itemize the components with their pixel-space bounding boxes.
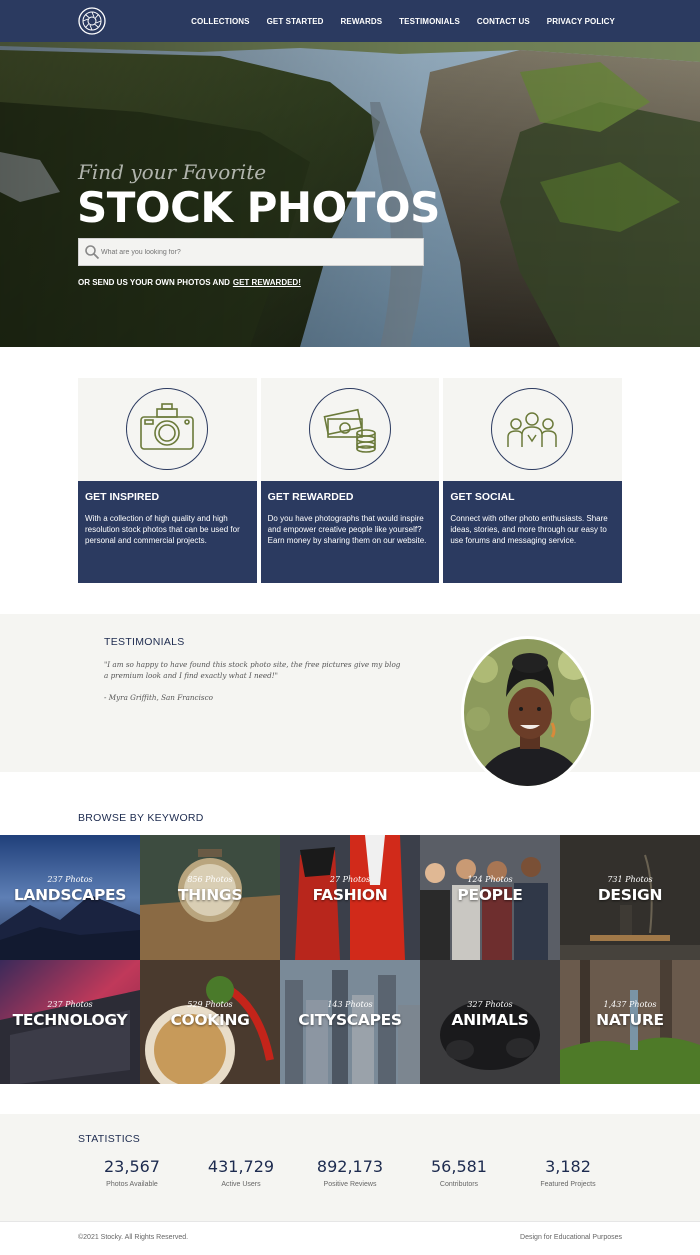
stat-active-users: 431,729 Active Users <box>191 1157 291 1188</box>
keyword-tile-animals[interactable]: 327 Photos ANIMALS <box>420 959 560 1084</box>
tile-count: 143 Photos <box>327 999 373 1009</box>
stat-value: 23,567 <box>104 1157 160 1176</box>
feature-text: Do you have photographs that would inspi… <box>267 514 427 545</box>
people-group-icon <box>491 388 574 470</box>
nav-link-contact-us[interactable]: CONTACT US <box>477 17 530 26</box>
hero-title: STOCK PHOTOS <box>77 183 440 232</box>
feature-title: GET SOCIAL <box>450 491 515 503</box>
keyword-tile-cityscapes[interactable]: 143 Photos CITYSCAPES <box>280 959 420 1084</box>
tile-count: 856 Photos <box>187 875 233 884</box>
hero-tagline: Find your Favorite <box>78 160 267 184</box>
keyword-tile-cooking[interactable]: 529 Photos COOKING <box>140 959 280 1084</box>
keyword-tile-technology[interactable]: 237 Photos TECHNOLOGY <box>0 959 140 1084</box>
statistics-section: STATISTICS 23,567 Photos Available 431,7… <box>0 1114 700 1221</box>
camera-aperture-logo-icon[interactable] <box>78 7 106 35</box>
feature-card-rewarded: GET REWARDED Do you have photographs tha… <box>260 378 440 583</box>
keyword-tile-fashion[interactable]: 27 Photos FASHION <box>280 835 420 960</box>
search-input[interactable] <box>101 239 419 265</box>
keyword-grid: 237 Photos LANDSCAPES 856 Photos THINGS … <box>0 835 700 1084</box>
tile-count: 1,437 Photos <box>603 999 657 1009</box>
stat-value: 56,581 <box>431 1157 487 1176</box>
stat-photos-available: 23,567 Photos Available <box>82 1157 182 1188</box>
keyword-tile-nature[interactable]: 1,437 Photos NATURE <box>560 959 700 1084</box>
tile-count: 237 Photos <box>47 999 93 1009</box>
keyword-tile-things[interactable]: 856 Photos THINGS <box>140 835 280 960</box>
nav-link-privacy-policy[interactable]: PRIVACY POLICY <box>547 17 615 26</box>
top-navbar: COLLECTIONS GET STARTED REWARDS TESTIMON… <box>0 0 700 42</box>
search-bar <box>78 238 424 266</box>
money-coins-icon <box>308 388 391 470</box>
get-rewarded-link[interactable]: GET REWARDED! <box>233 278 301 287</box>
feature-text: With a collection of high quality and hi… <box>85 514 240 545</box>
tile-count: 327 Photos <box>467 999 513 1009</box>
hero-banner: Find your Favorite STOCK PHOTOS OR SEND … <box>0 42 700 347</box>
nav-link-testimonials[interactable]: TESTIMONIALS <box>399 17 460 26</box>
tile-keyword: DESIGN <box>597 886 663 904</box>
nav-link-get-started[interactable]: GET STARTED <box>267 17 324 26</box>
tile-keyword: FASHION <box>312 886 388 904</box>
tile-keyword: THINGS <box>177 886 243 904</box>
tile-keyword: PEOPLE <box>457 886 523 904</box>
tile-keyword: NATURE <box>596 1010 664 1029</box>
keyword-tile-design[interactable]: 731 Photos DESIGN <box>560 835 700 960</box>
hero-cta-text: OR SEND US YOUR OWN PHOTOS AND <box>78 278 230 287</box>
stat-featured-projects: 3,182 Featured Projects <box>518 1157 618 1188</box>
tile-keyword: ANIMALS <box>451 1010 529 1029</box>
stat-label: Contributors <box>439 1181 479 1188</box>
testimonials-section: TESTIMONIALS "I am so happy to have foun… <box>0 614 700 772</box>
statistics-heading: STATISTICS <box>78 1133 141 1145</box>
tile-keyword: TECHNOLOGY <box>12 1010 128 1029</box>
tile-keyword: COOKING <box>170 1010 250 1029</box>
stat-value: 892,173 <box>316 1157 384 1176</box>
testimonial-quote: "I am so happy to have found this stock … <box>104 660 401 680</box>
stat-label: Positive Reviews <box>323 1181 377 1188</box>
keyword-tile-people[interactable]: 124 Photos PEOPLE <box>420 835 560 960</box>
tile-keyword: LANDSCAPES <box>13 886 127 904</box>
tile-count: 529 Photos <box>187 999 233 1009</box>
stat-value: 431,729 <box>207 1157 275 1176</box>
search-icon[interactable] <box>84 244 100 260</box>
nav-links: COLLECTIONS GET STARTED REWARDS TESTIMON… <box>191 0 615 42</box>
testimonials-heading: TESTIMONIALS <box>104 636 185 648</box>
stat-label: Active Users <box>221 1181 261 1188</box>
browse-heading: BROWSE BY KEYWORD <box>78 812 204 824</box>
stat-label: Featured Projects <box>540 1181 596 1188</box>
feature-title: GET INSPIRED <box>85 491 160 503</box>
features-section: GET INSPIRED With a collection of high q… <box>78 378 622 583</box>
tile-count: 124 Photos <box>467 875 513 884</box>
tile-count: 27 Photos <box>329 875 371 884</box>
tile-count: 731 Photos <box>607 875 653 884</box>
camera-icon <box>126 388 208 470</box>
nav-link-collections[interactable]: COLLECTIONS <box>191 17 249 26</box>
stat-contributors: 56,581 Contributors <box>409 1157 509 1188</box>
tile-keyword: CITYSCAPES <box>298 1010 402 1029</box>
stat-value: 3,182 <box>545 1157 591 1176</box>
testimonial-portrait <box>461 636 594 789</box>
nav-link-rewards[interactable]: REWARDS <box>341 17 383 26</box>
footer-copyright: ©2021 Stocky. All Rights Reserved. <box>78 1234 189 1241</box>
feature-text: Connect with other photo enthusiasts. Sh… <box>450 514 608 545</box>
stat-positive-reviews: 892,173 Positive Reviews <box>300 1157 400 1188</box>
feature-card-social: GET SOCIAL Connect with other photo enth… <box>443 378 622 583</box>
keyword-tile-landscapes[interactable]: 237 Photos LANDSCAPES <box>0 835 140 960</box>
feature-title: GET REWARDED <box>267 491 354 503</box>
testimonial-author: - Myra Griffith, San Francisco <box>104 693 213 702</box>
footer: ©2021 Stocky. All Rights Reserved. Desig… <box>0 1221 700 1255</box>
feature-card-inspired: GET INSPIRED With a collection of high q… <box>78 378 257 583</box>
stat-label: Photos Available <box>106 1181 158 1188</box>
hero-cta: OR SEND US YOUR OWN PHOTOS AND GET REWARD… <box>78 278 301 287</box>
tile-count: 237 Photos <box>47 875 93 884</box>
footer-credit: Design for Educational Purposes <box>520 1234 622 1241</box>
